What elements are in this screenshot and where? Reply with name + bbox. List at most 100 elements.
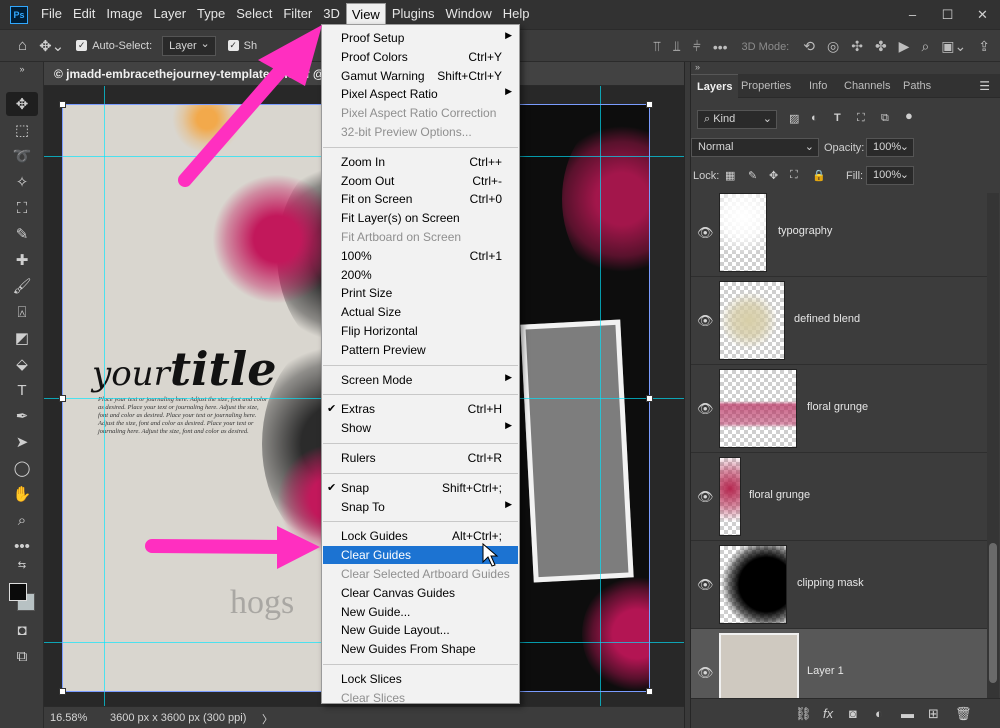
menu-help[interactable]: Help (498, 3, 535, 26)
filter-toggle-icon[interactable]: ● (905, 108, 913, 123)
menu-select[interactable]: Select (231, 3, 277, 26)
layer-row[interactable]: 👁 typography (691, 193, 987, 277)
layer-name[interactable]: floral grunge (807, 401, 868, 413)
menu-filter[interactable]: Filter (278, 3, 317, 26)
view-menu-item-actual-size[interactable]: Actual Size (323, 303, 518, 321)
lock-transparent-icon[interactable]: ▦ (725, 169, 735, 182)
close-button[interactable]: ✕ (965, 0, 1000, 29)
layer-row[interactable]: 👁 clipping mask (691, 541, 987, 629)
view-menu-item-zoom-in[interactable]: Zoom In Ctrl++ (323, 153, 518, 171)
add-mask-icon[interactable]: ◙ (849, 706, 857, 721)
layer-thumbnail[interactable] (719, 545, 787, 624)
menu-image[interactable]: Image (101, 3, 147, 26)
layer-thumbnail[interactable] (719, 457, 741, 536)
view-menu-item-new-guide[interactable]: New Guide... (323, 603, 518, 621)
path-selection-tool-icon[interactable]: ➤ (6, 430, 38, 454)
crop-tool-icon[interactable]: ⛶ (6, 196, 38, 220)
layer-thumbnail[interactable] (719, 281, 785, 360)
search-icon[interactable]: ⌕ (921, 38, 929, 55)
layer-thumbnail[interactable] (719, 633, 799, 698)
hand-tool-icon[interactable]: ✋ (6, 482, 38, 506)
transform-handle[interactable] (59, 101, 66, 108)
view-menu-item-new-guides-from-shape[interactable]: New Guides From Shape (323, 640, 518, 658)
filter-kind-dropdown[interactable]: ⌕ Kind ⌄ (697, 110, 777, 129)
layer-name[interactable]: typography (778, 225, 832, 237)
view-menu-item-proof-setup[interactable]: Proof Setup ▶ (323, 29, 518, 47)
foreground-color-swatch[interactable] (9, 583, 27, 601)
visibility-eye-icon[interactable]: 👁 (697, 401, 714, 417)
opacity-field[interactable]: 100% ⌄ (866, 138, 914, 157)
layer-thumbnail[interactable] (719, 369, 797, 448)
filter-type-icon[interactable]: T (834, 112, 841, 124)
quick-mask-icon[interactable]: ◘ (6, 618, 38, 642)
swap-colors-icon[interactable]: ⇆ (6, 558, 38, 572)
brush-tool-icon[interactable]: 🖌 (6, 274, 38, 298)
layer-name[interactable]: floral grunge (749, 489, 810, 501)
more-options-icon[interactable]: ••• (713, 39, 728, 55)
3d-drag-icon[interactable]: ✣ (851, 38, 863, 55)
type-tool-icon[interactable]: T (6, 378, 38, 402)
layer-row[interactable]: 👁 floral grunge (691, 453, 987, 541)
move-tool-preset-icon[interactable]: ✥⌄ (39, 37, 64, 55)
view-menu-item-screen-mode[interactable]: Screen Mode ▶ (323, 371, 518, 389)
magic-wand-tool-icon[interactable]: ✧ (6, 170, 38, 194)
view-menu-item-rulers[interactable]: Rulers Ctrl+R (323, 449, 518, 467)
guide-vertical[interactable] (600, 86, 601, 706)
view-menu-item-fit-on-screen[interactable]: Fit on Screen Ctrl+0 (323, 190, 518, 208)
3d-rotate-icon[interactable]: ⟲ (803, 38, 815, 55)
3d-slide-icon[interactable]: ✤ (875, 38, 887, 55)
visibility-eye-icon[interactable]: 👁 (697, 225, 714, 241)
layer-name[interactable]: defined blend (794, 313, 860, 325)
transform-handle[interactable] (59, 688, 66, 695)
move-tool-icon[interactable]: ✥ (6, 92, 38, 116)
layers-scrollbar[interactable] (987, 193, 999, 698)
tab-info[interactable]: Info (803, 74, 833, 98)
menu-file[interactable]: File (36, 3, 67, 26)
filter-adjustment-icon[interactable]: ◐ (811, 112, 818, 124)
visibility-eye-icon[interactable]: 👁 (697, 665, 714, 681)
zoom-level[interactable]: 16.58% (50, 712, 87, 724)
collapse-panels-icon[interactable]: » (695, 62, 700, 72)
view-menu-item-200[interactable]: 200% (323, 266, 518, 284)
menu-plugins[interactable]: Plugins (387, 3, 440, 26)
layer-thumbnail[interactable] (719, 193, 767, 272)
layers-scroll-thumb[interactable] (989, 543, 997, 683)
menu-view[interactable]: View (345, 3, 386, 26)
view-menu-item-flip-horizontal[interactable]: Flip Horizontal (323, 322, 518, 340)
lock-position-icon[interactable]: ✥ (769, 169, 778, 182)
align-bottom-icon[interactable]: ⫩ (693, 38, 701, 55)
filter-shape-icon[interactable]: ⛶ (857, 112, 865, 125)
guide-vertical[interactable] (104, 86, 105, 706)
tab-layers[interactable]: Layers (691, 74, 739, 98)
lock-all-icon[interactable]: 🔒 (812, 169, 826, 182)
view-menu-item-extras[interactable]: ✔ Extras Ctrl+H (323, 400, 518, 418)
3d-camera-icon[interactable]: ▶ (899, 38, 910, 55)
visibility-eye-icon[interactable]: 👁 (697, 313, 714, 329)
view-menu-item-pixel-aspect-ratio[interactable]: Pixel Aspect Ratio ▶ (323, 85, 518, 103)
new-group-icon[interactable]: ▬ (901, 706, 914, 721)
marquee-tool-icon[interactable]: ⬚ (6, 118, 38, 142)
menu-layer[interactable]: Layer (149, 3, 192, 26)
menu-edit[interactable]: Edit (68, 3, 100, 26)
link-layers-icon[interactable]: ⛓ (795, 706, 812, 722)
layer-style-icon[interactable]: fx (823, 706, 833, 721)
view-menu-item-gamut-warning[interactable]: Gamut Warning Shift+Ctrl+Y (323, 67, 518, 85)
delete-layer-icon[interactable]: 🗑 (955, 706, 972, 722)
eraser-tool-icon[interactable]: ◩ (6, 326, 38, 350)
lock-pixels-icon[interactable]: ✎ (748, 169, 757, 182)
blend-mode-dropdown[interactable]: Normal ⌄ (691, 138, 819, 157)
view-menu-item-fit-layer-s-on-screen[interactable]: Fit Layer(s) on Screen (323, 209, 518, 227)
paint-bucket-tool-icon[interactable]: ⬙ (6, 352, 38, 376)
align-middle-icon[interactable]: ⫫ (673, 38, 681, 55)
visibility-eye-icon[interactable]: 👁 (697, 577, 714, 593)
home-icon[interactable]: ⌂ (18, 37, 27, 54)
view-menu-item-print-size[interactable]: Print Size (323, 284, 518, 302)
transform-handle[interactable] (59, 395, 66, 402)
clone-stamp-tool-icon[interactable]: ⍓ (6, 300, 38, 324)
layer-row[interactable]: 👁 defined blend (691, 277, 987, 365)
layer-name[interactable]: Layer 1 (807, 665, 844, 677)
show-transform-checkbox[interactable]: ✓ (227, 40, 239, 51)
view-menu-item-lock-slices[interactable]: Lock Slices (323, 670, 518, 688)
view-menu-item-snap[interactable]: ✔ Snap Shift+Ctrl+; (323, 479, 518, 497)
view-menu-item-show[interactable]: Show ▶ (323, 419, 518, 437)
